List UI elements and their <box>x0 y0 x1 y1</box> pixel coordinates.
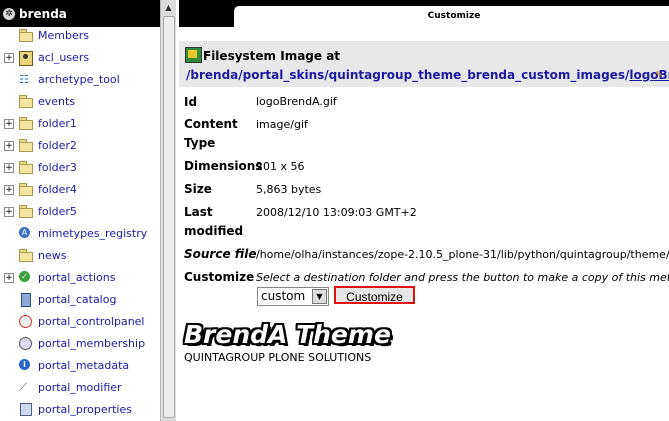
registry-icon: A <box>19 227 33 240</box>
tree-item-label[interactable]: Members <box>38 29 89 42</box>
folder-icon <box>19 183 33 196</box>
tree-item-label[interactable]: portal_actions <box>38 271 115 284</box>
expand-icon[interactable]: + <box>4 53 14 63</box>
last-modified-label: Last <box>184 205 213 219</box>
tree-item-mimetypes-registry[interactable]: Amimetypes_registry <box>0 224 160 244</box>
id-label: Id <box>184 95 198 109</box>
tree-item-label[interactable]: portal_modifier <box>38 381 122 394</box>
tree-item-label[interactable]: mimetypes_registry <box>38 227 147 240</box>
tree-item-members[interactable]: Members <box>0 26 160 46</box>
navigation-tree: ✲ brenda Members + acl_users ☷ archetype_too… <box>0 0 160 421</box>
tree-item-label[interactable]: portal_properties <box>38 403 132 416</box>
tree-scrollbar[interactable]: ▲ <box>160 0 176 421</box>
content-type-value: image/gif <box>256 118 308 131</box>
info-icon: i <box>19 359 33 372</box>
dimensions-label: Dimensions <box>184 159 263 173</box>
tree-item-events[interactable]: events <box>0 92 160 112</box>
tree-item-folder1[interactable]: + folder1 <box>0 114 160 134</box>
page-title: Filesystem Image at <box>203 49 341 63</box>
folder-icon <box>19 139 33 152</box>
tree-scroll-thumb[interactable] <box>163 16 175 418</box>
manage-pane: Customize Filesystem Image at /brenda/po… <box>179 0 669 421</box>
tree-item-label[interactable]: events <box>38 95 75 108</box>
catalog-icon <box>19 293 33 307</box>
users-icon <box>19 51 33 66</box>
tree-item-portal-properties[interactable]: portal_properties <box>0 400 160 420</box>
tree-item-label[interactable]: folder1 <box>38 117 77 130</box>
tree-item-portal-actions[interactable]: + ✓ portal_actions <box>0 268 160 288</box>
source-file-label: Source file <box>184 247 257 261</box>
object-header: Filesystem Image at /brenda/portal_skins… <box>179 41 669 87</box>
image-icon <box>185 47 202 63</box>
tree-item-folder4[interactable]: + folder4 <box>0 180 160 200</box>
tree-item-label[interactable]: folder4 <box>38 183 77 196</box>
tree-root-label: brenda <box>19 6 67 21</box>
folder-icon <box>19 161 33 174</box>
tabs-bar: Customize <box>179 0 669 27</box>
breadcrumb: /brenda/portal_skins/quintagroup_theme_b… <box>186 68 669 82</box>
tree-item-label[interactable]: portal_catalog <box>38 293 116 306</box>
folder-icon <box>19 95 33 108</box>
tree-item-label[interactable]: folder2 <box>38 139 77 152</box>
expand-icon[interactable]: + <box>4 207 14 217</box>
id-value: logoBrendA.gif <box>256 95 337 108</box>
logo-subtitle: QUINTAGROUP PLONE SOLUTIONS <box>184 351 372 364</box>
folder-icon <box>19 117 33 130</box>
content-type-label: Content <box>184 117 238 131</box>
expand-icon[interactable]: + <box>4 163 14 173</box>
last-modified-label-2: modified <box>184 224 244 238</box>
folder-icon <box>19 29 33 42</box>
tree-item-portal-controlpanel[interactable]: portal_controlpanel <box>0 312 160 332</box>
tree-item-label[interactable]: folder5 <box>38 205 77 218</box>
tree-item-acl-users[interactable]: + acl_users <box>0 48 160 68</box>
membership-icon <box>19 337 33 350</box>
tree-item-archetype-tool[interactable]: ☷ archetype_tool <box>0 70 160 90</box>
tree-item-portal-modifier[interactable]: ⟋ portal_modifier <box>0 378 160 398</box>
size-label: Size <box>184 182 212 196</box>
expand-icon[interactable]: + <box>4 141 14 151</box>
tree-root[interactable]: ✲ brenda <box>0 0 160 27</box>
tree-item-portal-metadata[interactable]: i portal_metadata <box>0 356 160 376</box>
dimensions-value: 201 x 56 <box>256 160 305 173</box>
tree-item-news[interactable]: news <box>0 246 160 266</box>
pencil-icon[interactable]: ✎ <box>655 71 665 81</box>
tab-customize[interactable]: Customize <box>234 6 669 27</box>
tree-item-label[interactable]: portal_membership <box>38 337 145 350</box>
tree-item-label[interactable]: folder3 <box>38 161 77 174</box>
content-type-label-2: Type <box>184 136 216 150</box>
tree-item-folder3[interactable]: + folder3 <box>0 158 160 178</box>
zope-icon: ✲ <box>3 7 15 20</box>
brenda-logo: BrendA Theme <box>184 320 391 349</box>
folder-icon <box>19 249 33 262</box>
tree-item-label[interactable]: portal_metadata <box>38 359 129 372</box>
tree-item-folder2[interactable]: + folder2 <box>0 136 160 156</box>
expand-icon[interactable]: + <box>4 119 14 129</box>
destination-folder-value: custom <box>261 289 306 303</box>
breadcrumb-path[interactable]: /brenda/portal_skins/quintagroup_theme_b… <box>186 68 629 82</box>
modifier-icon: ⟋ <box>19 381 27 394</box>
destination-folder-select[interactable]: custom ▼ <box>257 287 329 306</box>
customize-button[interactable]: Customize <box>334 286 415 304</box>
customize-label: Customize <box>184 270 255 284</box>
last-modified-value: 2008/12/10 13:09:03 GMT+2 <box>256 206 417 219</box>
check-icon: ✓ <box>19 271 33 284</box>
tree-item-label[interactable]: portal_controlpanel <box>38 315 145 328</box>
controlpanel-icon <box>19 315 33 328</box>
tree-item-label[interactable]: archetype_tool <box>38 73 120 86</box>
expand-icon[interactable]: + <box>4 185 14 195</box>
tool-icon: ☷ <box>19 73 29 86</box>
folder-icon <box>19 205 33 218</box>
customize-hint: Select a destination folder and press th… <box>256 271 669 284</box>
tree-item-portal-membership[interactable]: portal_membership <box>0 334 160 354</box>
tree-item-portal-catalog[interactable]: portal_catalog <box>0 290 160 310</box>
scroll-up-icon[interactable]: ▲ <box>163 2 174 14</box>
tree-item-folder5[interactable]: + folder5 <box>0 202 160 222</box>
chevron-down-icon[interactable]: ▼ <box>312 289 327 304</box>
source-file-value: /home/olha/instances/zope-2.10.5_plone-3… <box>256 248 669 261</box>
size-value: 5,863 bytes <box>256 183 322 196</box>
expand-icon[interactable]: + <box>4 273 14 283</box>
properties-icon <box>19 403 33 416</box>
tree-item-label[interactable]: news <box>38 249 66 262</box>
tree-item-label[interactable]: acl_users <box>38 51 89 64</box>
